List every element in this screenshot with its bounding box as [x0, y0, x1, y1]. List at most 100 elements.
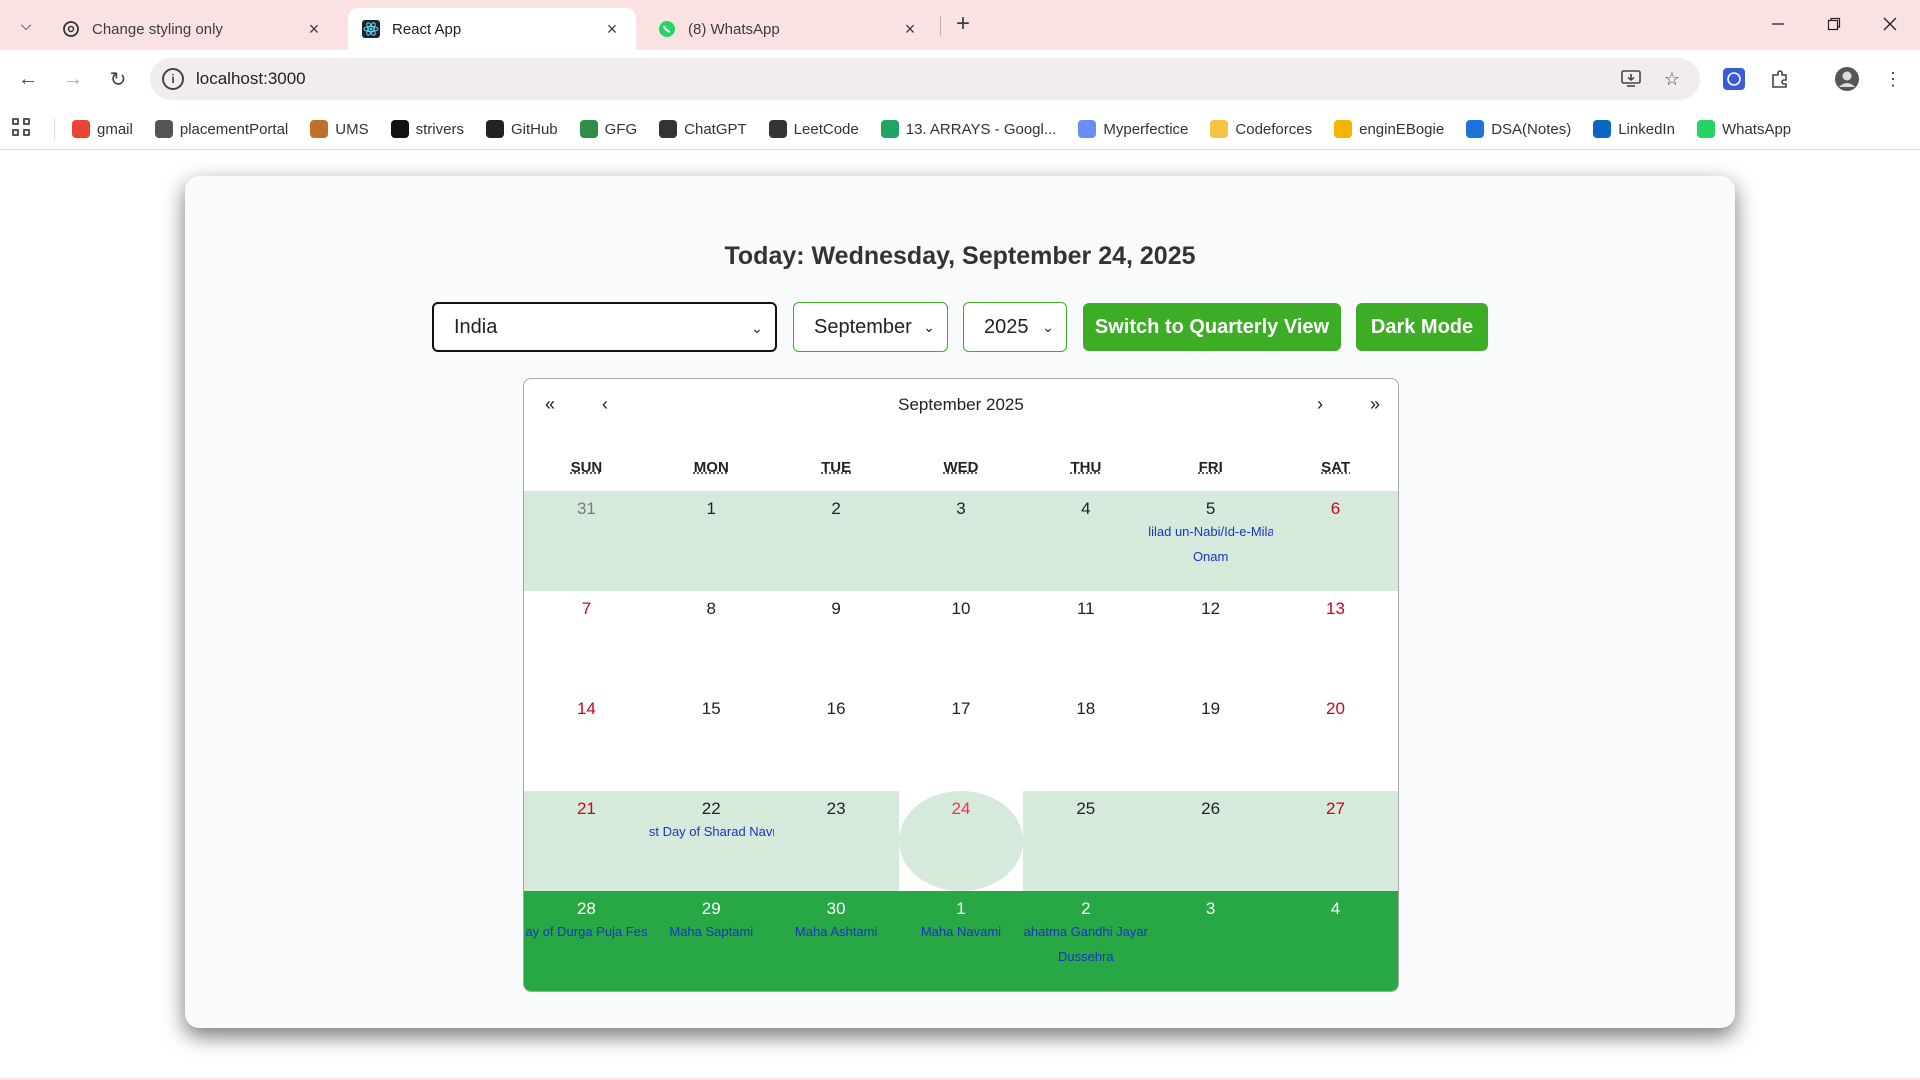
calendar-day[interactable]: 3 [899, 491, 1024, 591]
calendar-day[interactable]: 17 [899, 691, 1024, 791]
bookmark-item[interactable]: GFG [579, 120, 637, 138]
extensions-icon[interactable] [1766, 65, 1794, 93]
tab-search-button[interactable]: ⌵ [10, 9, 42, 41]
calendar-week-row: 31 1 2 3 4 5 lilad un-Nabi/Id-e-Mila Onam 6 [524, 491, 1398, 591]
day-number: 6 [1330, 499, 1341, 518]
calendar-day[interactable]: 2 ahatma Gandhi Jayar Dussehra [1023, 891, 1148, 991]
calendar-day[interactable]: 6 [1273, 491, 1398, 591]
chatgpt-extension-icon[interactable] [1720, 65, 1748, 93]
calendar-day[interactable]: 2 [774, 491, 899, 591]
calendar-day[interactable]: 1 [649, 491, 774, 591]
bookmark-item[interactable]: WhatsApp [1696, 120, 1791, 138]
tab-change-styling[interactable]: Change styling only × [48, 8, 338, 50]
calendar-day[interactable]: 26 [1148, 791, 1273, 891]
url-text[interactable]: localhost:3000 [196, 69, 306, 89]
bookmark-item[interactable]: enginEBogie [1334, 120, 1444, 138]
profile-avatar[interactable] [1833, 65, 1861, 93]
install-app-icon[interactable] [1618, 66, 1644, 92]
close-window-button[interactable] [1868, 8, 1912, 40]
bookmark-label: GitHub [510, 120, 558, 138]
month-select[interactable]: September ⌄ [793, 302, 948, 352]
github-icon [485, 120, 504, 138]
weekday-label: TUE [821, 459, 852, 476]
bookmark-item[interactable]: LeetCode [768, 120, 859, 138]
tab-react-app[interactable]: React App × [348, 8, 636, 50]
linkedin-icon [1593, 120, 1612, 138]
bookmark-item[interactable]: LinkedIn [1593, 120, 1675, 138]
calendar-day[interactable]: 8 [649, 591, 774, 691]
close-icon[interactable]: × [900, 19, 920, 39]
onedrive-icon [1466, 120, 1485, 138]
calendar-day[interactable]: 27 [1273, 791, 1398, 891]
calendar-day[interactable]: 1 Maha Navami [899, 891, 1024, 991]
calendar-day[interactable]: 28 ay of Durga Puja Fes [524, 891, 649, 991]
tab-whatsapp[interactable]: (8) WhatsApp × [644, 8, 934, 50]
bookmark-item[interactable]: gmail [72, 120, 133, 138]
calendar-day[interactable]: 12 [1148, 591, 1273, 691]
bookmark-item[interactable]: UMS [310, 120, 369, 138]
calendar-day[interactable]: 31 [524, 491, 649, 591]
enginebogie-icon [1334, 120, 1353, 138]
address-bar[interactable]: i localhost:3000 ☆ [150, 58, 1700, 100]
calendar-day[interactable]: 3 [1148, 891, 1273, 991]
day-number: 1 [706, 499, 716, 518]
calendar-day[interactable]: 9 [774, 591, 899, 691]
next-year-button[interactable]: » [1359, 391, 1391, 417]
back-button[interactable]: ← [12, 63, 44, 95]
restore-button[interactable] [1812, 8, 1856, 40]
calendar-day[interactable]: 25 [1023, 791, 1148, 891]
calendar-day[interactable]: 14 [524, 691, 649, 791]
apps-grid-icon[interactable] [12, 118, 34, 140]
bookmark-label: LinkedIn [1618, 120, 1675, 138]
bookmark-item[interactable]: strivers [390, 120, 464, 138]
reload-button[interactable]: ↻ [102, 63, 134, 95]
close-icon[interactable]: × [602, 19, 622, 39]
calendar-day-today[interactable]: 24 [898, 791, 1024, 891]
calendar-day[interactable]: 13 [1273, 591, 1398, 691]
bookmark-item[interactable]: ChatGPT [659, 120, 747, 138]
bookmark-item[interactable]: Myperfectice [1078, 120, 1188, 138]
reload-icon: ↻ [109, 68, 127, 91]
calendar-month-label[interactable]: September 2025 [524, 395, 1398, 415]
calendar-day[interactable]: 29 Maha Saptami [649, 891, 774, 991]
next-month-button[interactable]: › [1304, 391, 1336, 417]
bookmark-star-icon[interactable]: ☆ [1659, 66, 1685, 92]
calendar-day[interactable]: 21 [524, 791, 649, 891]
calendar-day[interactable]: 18 [1023, 691, 1148, 791]
bookmark-item[interactable]: GitHub [485, 120, 558, 138]
day-number: 4 [1081, 499, 1091, 518]
calendar-day[interactable]: 4 [1273, 891, 1398, 991]
country-select[interactable]: India ⌄ [432, 302, 777, 352]
switch-quarterly-view-button[interactable]: Switch to Quarterly View [1083, 303, 1341, 351]
calendar-day[interactable]: 11 [1023, 591, 1148, 691]
holiday-label: Maha Ashtami [794, 924, 878, 939]
more-menu-icon[interactable]: ⋮ [1879, 65, 1907, 93]
calendar-day[interactable]: 16 [774, 691, 899, 791]
calendar-day[interactable]: 7 [524, 591, 649, 691]
calendar-day[interactable]: 19 [1148, 691, 1273, 791]
dark-mode-button[interactable]: Dark Mode [1356, 303, 1488, 351]
site-info-icon[interactable]: i [162, 68, 184, 90]
calendar-day[interactable]: 5 lilad un-Nabi/Id-e-Mila Onam [1148, 491, 1273, 591]
year-select[interactable]: 2025 ⌄ [963, 302, 1067, 352]
calendar-day[interactable]: 4 [1023, 491, 1148, 591]
forward-button[interactable]: → [57, 63, 89, 95]
bookmark-item[interactable]: DSA(Notes) [1466, 120, 1571, 138]
bookmark-item[interactable]: Codeforces [1210, 120, 1312, 138]
bookmark-item[interactable]: 13. ARRAYS - Googl... [880, 120, 1056, 138]
calendar-day[interactable]: 22 st Day of Sharad Navr [649, 791, 774, 891]
calendar-day[interactable]: 20 [1273, 691, 1398, 791]
day-number: 5 [1205, 499, 1216, 518]
calendar-day[interactable]: 30 Maha Ashtami [774, 891, 899, 991]
weekday-label: THU [1070, 459, 1102, 476]
new-tab-button[interactable]: + [950, 12, 976, 38]
day-number: 1 [956, 899, 966, 918]
minimize-button[interactable] [1756, 8, 1800, 40]
bookmark-item[interactable]: placementPortal [154, 120, 288, 138]
calendar-day[interactable]: 23 [774, 791, 899, 891]
browser-toolbar: ← → ↻ i localhost:3000 ☆ ⋮ [0, 50, 1920, 108]
calendar-day[interactable]: 10 [899, 591, 1024, 691]
close-icon[interactable]: × [304, 19, 324, 39]
day-number: 21 [576, 799, 596, 818]
calendar-day[interactable]: 15 [649, 691, 774, 791]
